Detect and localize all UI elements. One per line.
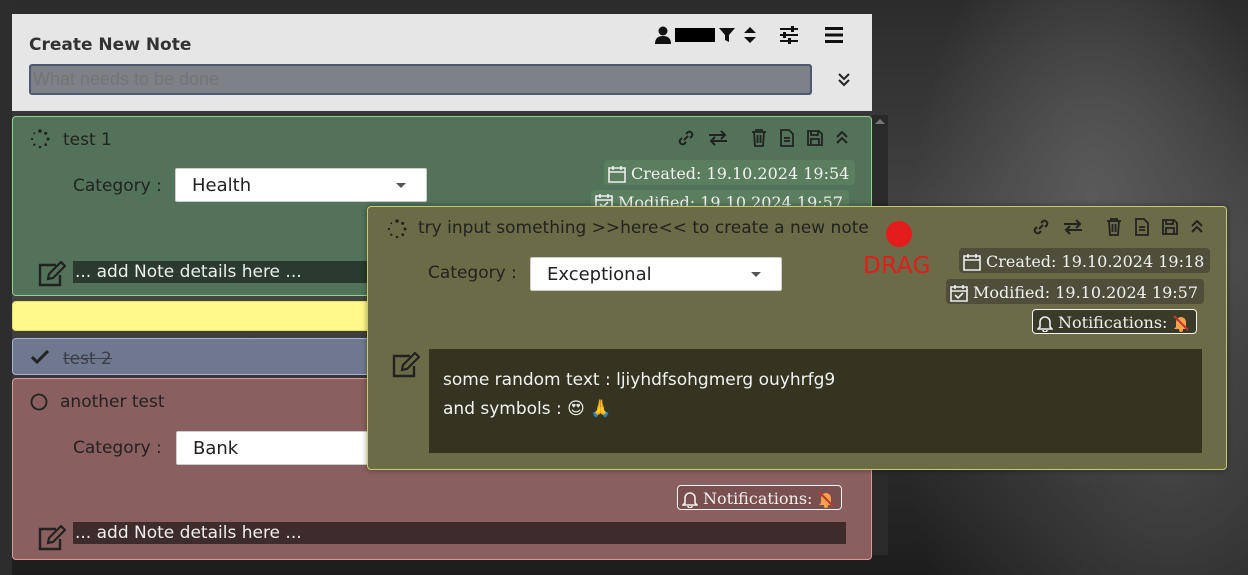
- menu-icon[interactable]: [825, 27, 843, 43]
- note-title[interactable]: another test: [60, 392, 165, 412]
- created-badge: Created: 19.10.2024 19:18: [959, 248, 1211, 273]
- chevron-down-icon: [751, 272, 761, 277]
- note-title[interactable]: try input something >>here<< to create a…: [418, 218, 869, 238]
- category-label: Category :: [428, 263, 517, 283]
- category-select[interactable]: Exceptional: [530, 257, 782, 291]
- category-value: Bank: [193, 438, 239, 459]
- notifications-badge[interactable]: Notifications:: [677, 485, 843, 510]
- bell-muted-icon: [1173, 314, 1190, 332]
- edit-icon[interactable]: [36, 525, 66, 553]
- bell-icon: [1037, 315, 1053, 332]
- note-actions: [677, 129, 848, 147]
- created-text: Created: 19.10.2024 19:54: [631, 164, 850, 183]
- note-actions: [1032, 218, 1203, 236]
- created-badge: Created: 19.10.2024 19:54: [604, 160, 856, 185]
- notifications-text: Notifications:: [1058, 313, 1168, 332]
- chevron-down-icon: [396, 183, 406, 188]
- details-field[interactable]: ... add Note details here ...: [73, 261, 373, 283]
- modified-text: Modified: 19.10.2024 19:57: [973, 283, 1199, 302]
- category-select[interactable]: Bank: [176, 431, 376, 465]
- category-select[interactable]: Health: [175, 168, 427, 202]
- user-color-swatch[interactable]: [675, 28, 715, 42]
- note-body-line: and symbols : 😍 🙏: [443, 399, 612, 419]
- save-icon[interactable]: [1162, 219, 1178, 235]
- spinner-icon[interactable]: [387, 219, 407, 239]
- note-title[interactable]: test 1: [63, 130, 112, 150]
- note-title[interactable]: test 2: [63, 349, 112, 369]
- trash-icon[interactable]: [1106, 218, 1122, 236]
- category-value: Exceptional: [547, 264, 652, 285]
- details-field[interactable]: ... add Note details here ...: [73, 522, 846, 544]
- filter-icon[interactable]: [719, 27, 735, 43]
- spinner-icon[interactable]: [30, 129, 50, 149]
- modified-badge: Modified: 19.10.2024 19:57: [946, 279, 1205, 304]
- note-body-textarea[interactable]: some random text : ljiyhdfsohgmerg ouyhr…: [429, 349, 1202, 453]
- sliders-icon[interactable]: [779, 26, 799, 44]
- calendar-check-icon: [950, 284, 968, 302]
- notifications-badge[interactable]: Notifications:: [1032, 309, 1198, 334]
- file-icon[interactable]: [780, 129, 794, 147]
- create-note-header: Create New Note: [12, 14, 872, 111]
- category-label: Category :: [73, 176, 162, 196]
- circle-icon[interactable]: [30, 393, 48, 411]
- collapse-icon[interactable]: [836, 131, 848, 145]
- calendar-icon: [608, 165, 626, 183]
- save-icon[interactable]: [807, 130, 823, 146]
- notifications-text: Notifications:: [703, 489, 813, 508]
- double-chevron-down-icon[interactable]: [835, 71, 853, 89]
- drag-label: DRAG: [863, 253, 931, 279]
- swap-icon[interactable]: [1063, 219, 1083, 235]
- header-title: Create New Note: [29, 35, 192, 55]
- category-label: Category :: [73, 438, 162, 458]
- user-icon[interactable]: [655, 26, 671, 44]
- link-icon[interactable]: [1032, 218, 1050, 236]
- edit-icon[interactable]: [390, 352, 420, 380]
- edit-icon[interactable]: [36, 261, 66, 289]
- background-left: [0, 0, 12, 575]
- created-text: Created: 19.10.2024 19:18: [986, 252, 1205, 271]
- link-icon[interactable]: [677, 129, 695, 147]
- bell-muted-icon: [818, 490, 835, 508]
- category-value: Health: [192, 175, 252, 196]
- dragged-note-card[interactable]: try input something >>here<< to create a…: [367, 206, 1227, 470]
- calendar-icon: [963, 253, 981, 271]
- swap-icon[interactable]: [708, 130, 728, 146]
- collapse-icon[interactable]: [1191, 220, 1203, 234]
- sort-icon[interactable]: [743, 26, 757, 44]
- bell-icon: [682, 491, 698, 508]
- toolbar: [655, 25, 843, 45]
- file-icon[interactable]: [1135, 218, 1149, 236]
- drag-handle[interactable]: [886, 221, 912, 247]
- scroll-up-arrow[interactable]: [875, 119, 885, 124]
- new-note-input[interactable]: [29, 64, 812, 95]
- note-body-line: some random text : ljiyhdfsohgmerg ouyhr…: [443, 370, 836, 390]
- trash-icon[interactable]: [751, 129, 767, 147]
- check-icon[interactable]: [31, 350, 49, 364]
